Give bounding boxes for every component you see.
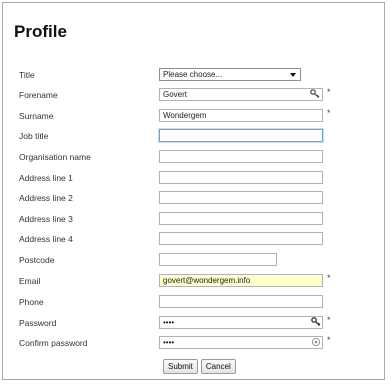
confirm-password-value: •••• (163, 338, 175, 347)
job-title-label: Job title (19, 131, 49, 141)
chevron-down-icon (290, 73, 296, 77)
job-title-row: Job title (3, 129, 386, 145)
forename-value: Govert (163, 90, 188, 99)
email-label: Email (19, 276, 41, 286)
address-line-2-input[interactable] (159, 191, 323, 204)
address-line-1-row: Address line 1 (3, 171, 386, 187)
key-autofill-icon[interactable] (310, 89, 320, 99)
organisation-name-label: Organisation name (19, 152, 91, 162)
title-select[interactable]: Please choose... (159, 68, 301, 81)
title-label: Title (19, 70, 35, 80)
eye-icon[interactable] (311, 337, 321, 347)
submit-button[interactable]: Submit (163, 359, 198, 374)
profile-panel: Profile Title Please choose... Forename … (2, 2, 385, 380)
required-mark: * (327, 273, 331, 283)
password-value: •••• (163, 318, 175, 327)
organisation-name-row: Organisation name (3, 150, 386, 166)
address-line-1-label: Address line 1 (19, 173, 73, 183)
address-line-3-input[interactable] (159, 212, 323, 225)
postcode-row: Postcode (3, 253, 386, 269)
required-mark: * (327, 315, 331, 325)
password-row: Password •••• * (3, 315, 386, 332)
address-line-2-row: Address line 2 (3, 191, 386, 207)
email-row: Email govert@wondergem.info * (3, 273, 386, 290)
address-line-4-label: Address line 4 (19, 234, 73, 244)
address-line-4-input[interactable] (159, 232, 323, 245)
address-line-1-input[interactable] (159, 171, 323, 184)
surname-value: Wondergem (163, 111, 207, 120)
phone-label: Phone (19, 297, 44, 307)
confirm-password-row: Confirm password •••• * (3, 335, 386, 352)
password-input[interactable]: •••• (159, 316, 323, 329)
email-value: govert@wondergem.info (163, 276, 251, 285)
address-line-4-row: Address line 4 (3, 232, 386, 248)
postcode-input[interactable] (159, 253, 277, 266)
job-title-input[interactable] (159, 129, 323, 142)
form-actions: Submit Cancel (163, 356, 239, 374)
required-mark: * (327, 108, 331, 118)
phone-row: Phone (3, 295, 386, 311)
password-label: Password (19, 318, 57, 328)
confirm-password-input[interactable]: •••• (159, 336, 323, 349)
surname-label: Surname (19, 111, 54, 121)
key-autofill-icon[interactable] (311, 317, 321, 327)
forename-input[interactable]: Govert (159, 88, 323, 101)
forename-label: Forename (19, 90, 58, 100)
address-line-3-label: Address line 3 (19, 214, 73, 224)
postcode-label: Postcode (19, 255, 55, 265)
address-line-2-label: Address line 2 (19, 193, 73, 203)
forename-row: Forename Govert * (3, 87, 386, 104)
required-mark: * (327, 87, 331, 97)
confirm-password-label: Confirm password (19, 338, 88, 348)
email-input[interactable]: govert@wondergem.info (159, 274, 323, 287)
page-title: Profile (14, 22, 67, 41)
surname-input[interactable]: Wondergem (159, 109, 323, 122)
cancel-button[interactable]: Cancel (200, 359, 236, 374)
title-row: Title Please choose... (3, 68, 386, 84)
title-select-value: Please choose... (163, 70, 223, 79)
address-line-3-row: Address line 3 (3, 212, 386, 228)
surname-row: Surname Wondergem * (3, 108, 386, 125)
phone-input[interactable] (159, 295, 323, 308)
required-mark: * (327, 335, 331, 345)
organisation-name-input[interactable] (159, 150, 323, 163)
